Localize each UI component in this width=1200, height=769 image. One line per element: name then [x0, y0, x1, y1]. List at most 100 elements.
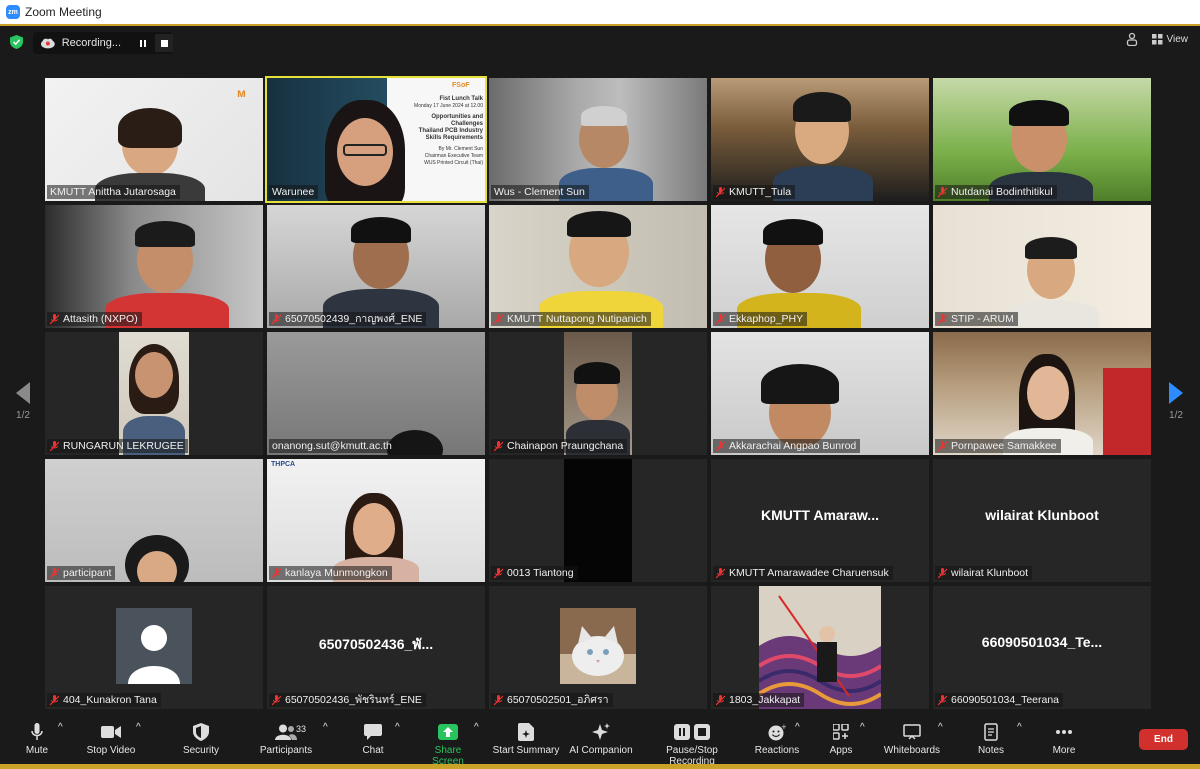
video-tile[interactable]: 1803_Jakkapat: [711, 586, 929, 709]
reactions-options-caret[interactable]: ^: [795, 722, 800, 733]
video-tile[interactable]: Akkarachai Angpao Bunrod: [711, 332, 929, 455]
microphone-icon: [31, 723, 43, 740]
next-page-button[interactable]: 1/2: [1164, 382, 1188, 421]
video-tile[interactable]: Pornpawee Samakkee: [933, 332, 1151, 455]
participant-display-name: KMUTT Amaraw...: [761, 507, 879, 523]
stop-icon: [160, 39, 168, 47]
participant-name: Warunee: [269, 185, 319, 199]
share-screen-button[interactable]: Share Screen: [418, 722, 478, 767]
pause-icon: [140, 39, 143, 47]
mic-muted-icon: [716, 313, 725, 324]
video-tile[interactable]: ᴍ KMUTT Anittha Jutarosaga: [45, 78, 263, 201]
video-tile-active-speaker[interactable]: Fist Lunch Talk Monday 17 June 2024 at 1…: [265, 76, 487, 203]
window-title: Zoom Meeting: [25, 5, 102, 19]
thpca-logo-icon: THPCA: [271, 461, 296, 468]
page-indicator-left: 1/2: [16, 410, 30, 421]
mic-muted-icon: [50, 440, 59, 451]
whiteboards-options-caret[interactable]: ^: [938, 722, 943, 733]
whiteboard-icon: [903, 724, 921, 740]
participant-name: onanong.sut@kmutt.ac.th: [269, 439, 396, 453]
video-tile[interactable]: Chainapon Praungchana: [489, 332, 707, 455]
video-tile[interactable]: participant: [45, 459, 263, 582]
slide-brand: FSoF: [452, 82, 470, 89]
apps-label: Apps: [829, 745, 853, 756]
apps-options-caret[interactable]: ^: [860, 722, 865, 733]
ai-companion-button[interactable]: AI Companion: [568, 722, 634, 756]
chat-label: Chat: [362, 745, 384, 756]
video-tile[interactable]: onanong.sut@kmutt.ac.th: [267, 332, 485, 455]
video-tile[interactable]: KMUTT Nuttapong Nutipanich: [489, 205, 707, 328]
chat-options-caret[interactable]: ^: [395, 722, 400, 733]
title-bar: zm Zoom Meeting: [0, 0, 1200, 26]
mute-options-caret[interactable]: ^: [58, 722, 63, 733]
video-tile[interactable]: STIP - ARUM: [933, 205, 1151, 328]
video-tile[interactable]: Ekkaphop_PHY: [711, 205, 929, 328]
glasses-icon: [343, 144, 387, 156]
video-tile[interactable]: THPCA kanlaya Munmongkon: [267, 459, 485, 582]
notes-button[interactable]: Notes: [974, 722, 1008, 756]
video-tile[interactable]: 404_Kunakron Tana: [45, 586, 263, 709]
immersive-view-icon[interactable]: [1126, 32, 1138, 46]
pause-recording-button[interactable]: [135, 34, 153, 52]
participants-options-caret[interactable]: ^: [323, 722, 328, 733]
top-right-controls: View: [1126, 32, 1189, 46]
participant-name: participant: [47, 566, 116, 580]
participant-name: Chainapon Praungchana: [491, 439, 628, 453]
video-tile[interactable]: 65070502436_พั... 65070502436_พัชรินทร์_…: [267, 586, 485, 709]
share-screen-arrow-icon: [438, 724, 458, 740]
more-label: More: [1052, 745, 1076, 756]
mic-muted-icon: [938, 567, 947, 578]
video-tile[interactable]: 0013 Tiantong: [489, 459, 707, 582]
reactions-label: Reactions: [754, 745, 800, 756]
recording-indicator: Recording...: [33, 32, 173, 54]
participant-name: Akkarachai Angpao Bunrod: [713, 439, 861, 453]
participant-name: 65070502436_พัชรินทร์_ENE: [269, 693, 426, 707]
previous-page-button[interactable]: 1/2: [11, 382, 35, 421]
video-tile[interactable]: RUNGARUN LEKRUGEE: [45, 332, 263, 455]
video-tile[interactable]: Attasith (NXPO): [45, 205, 263, 328]
stop-recording-button[interactable]: [155, 34, 173, 52]
mic-muted-icon: [50, 313, 59, 324]
participant-name: Pornpawee Samakkee: [935, 439, 1061, 453]
mute-label: Mute: [25, 745, 49, 756]
kmutt-logo-icon: ᴍ: [237, 86, 246, 100]
encryption-shield-icon[interactable]: [10, 35, 23, 49]
participant-name: KMUTT Nuttapong Nutipanich: [491, 312, 651, 326]
view-button[interactable]: View: [1167, 34, 1189, 45]
video-tile[interactable]: 65070502501_อภิศรา: [489, 586, 707, 709]
ai-sparkle-icon: [592, 723, 610, 740]
participants-button[interactable]: Participants 33: [258, 722, 314, 756]
participant-name: 404_Kunakron Tana: [47, 693, 161, 707]
video-tile[interactable]: Wus - Clement Sun: [489, 78, 707, 201]
whiteboards-button[interactable]: Whiteboards: [882, 722, 942, 756]
video-options-caret[interactable]: ^: [136, 722, 141, 733]
apps-icon: [833, 724, 849, 740]
window-bottom-border: [0, 764, 1200, 769]
more-button[interactable]: More: [1048, 722, 1080, 756]
arrow-right-icon: [1169, 382, 1183, 404]
video-tile[interactable]: KMUTT Amaraw... KMUTT Amarawadee Charuen…: [711, 459, 929, 582]
notes-options-caret[interactable]: ^: [1017, 722, 1022, 733]
participant-name: Ekkaphop_PHY: [713, 312, 808, 326]
participant-video: [564, 459, 632, 582]
stop-video-button[interactable]: Stop Video: [84, 722, 138, 756]
chat-button[interactable]: Chat: [356, 722, 390, 756]
reactions-button[interactable]: + Reactions: [754, 722, 800, 756]
share-options-caret[interactable]: ^: [474, 722, 479, 733]
start-summary-label: Start Summary: [492, 745, 560, 756]
mute-button[interactable]: Mute: [20, 722, 54, 756]
video-tile[interactable]: 65070502439_กาญพงศ์_ENE: [267, 205, 485, 328]
start-summary-button[interactable]: Start Summary: [492, 722, 560, 756]
grid-view-icon: [1151, 33, 1162, 44]
video-tile[interactable]: Nutdanai Bodinthitikul: [933, 78, 1151, 201]
security-button[interactable]: Security: [180, 722, 222, 756]
video-tile[interactable]: 66090501034_Te... 66090501034_Teerana: [933, 586, 1151, 709]
pause-stop-recording-button[interactable]: Pause/Stop Recording: [642, 722, 742, 767]
apps-button[interactable]: Apps: [826, 722, 856, 756]
mic-muted-icon: [938, 313, 947, 324]
end-meeting-button[interactable]: End: [1139, 729, 1188, 750]
participant-name: 65070502439_กาญพงศ์_ENE: [269, 312, 427, 326]
video-tile[interactable]: KMUTT_Tula: [711, 78, 929, 201]
recording-label: Recording...: [61, 37, 122, 49]
video-tile[interactable]: wilairat Klunboot wilairat Klunboot: [933, 459, 1151, 582]
